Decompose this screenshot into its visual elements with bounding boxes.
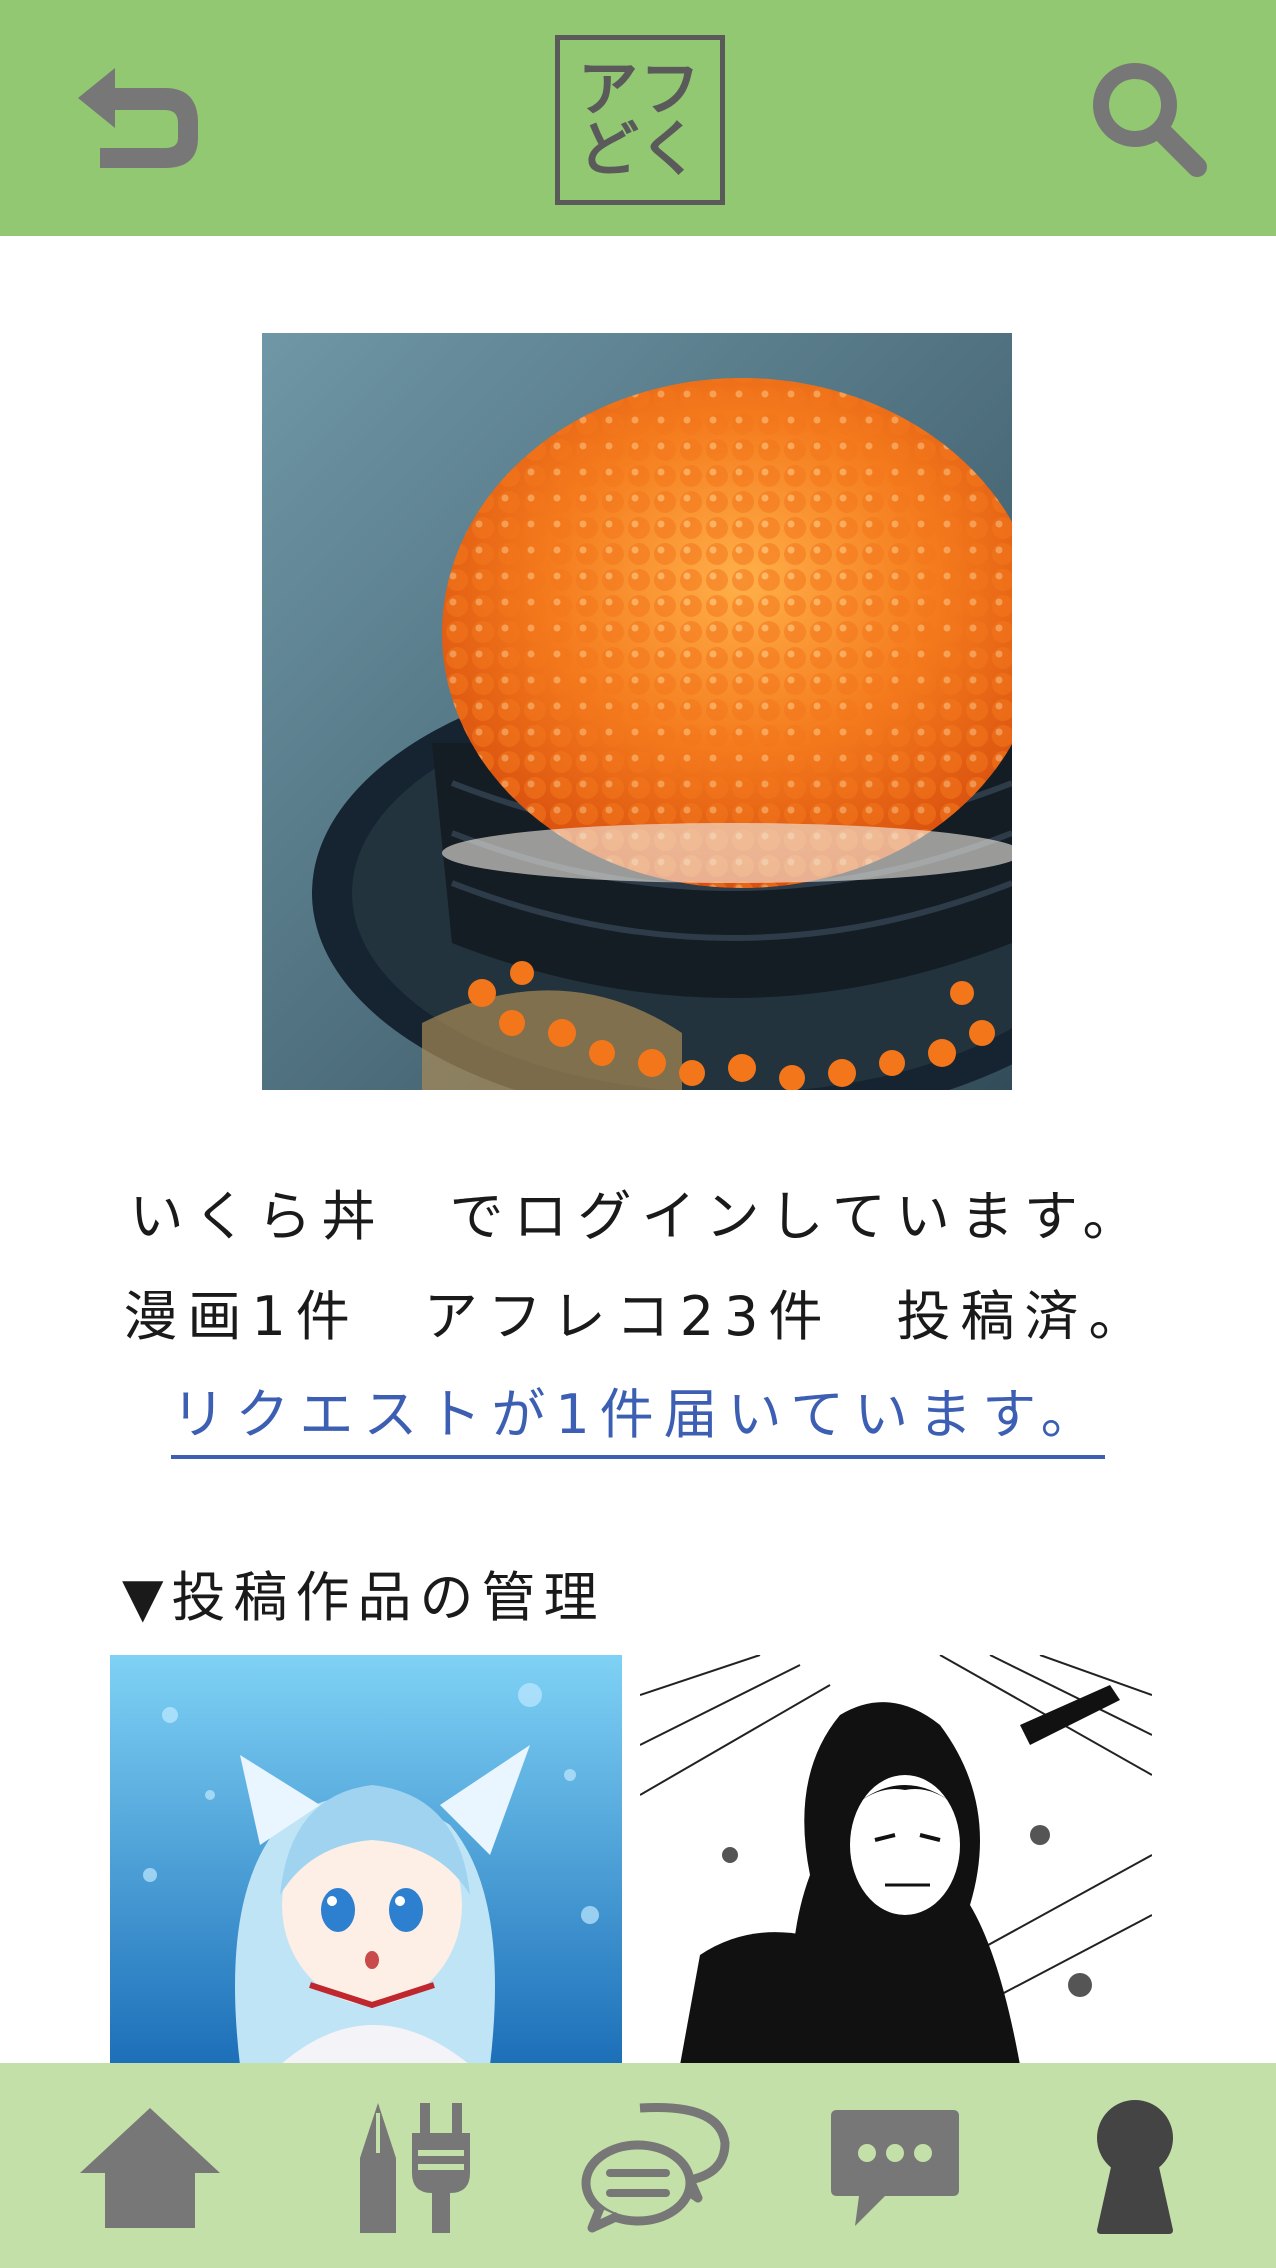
search-button[interactable] bbox=[1085, 55, 1210, 180]
login-status-text: いくら丼 でログインしています。 bbox=[0, 1172, 1276, 1251]
bottom-navigation bbox=[0, 2063, 1276, 2268]
home-icon bbox=[80, 2108, 220, 2228]
profile-image bbox=[262, 333, 1012, 1090]
nav-messages-button[interactable] bbox=[815, 2088, 975, 2248]
section-title-works: ▼投稿作品の管理 bbox=[122, 1566, 606, 1629]
app-logo[interactable]: アフ どく bbox=[555, 35, 725, 205]
back-arrow-icon bbox=[78, 68, 198, 168]
nav-discussion-button[interactable] bbox=[575, 2088, 735, 2248]
back-button[interactable] bbox=[70, 60, 200, 175]
nav-home-button[interactable] bbox=[70, 2088, 230, 2248]
request-link-label: リクエストが1件届いています。 bbox=[171, 1370, 1105, 1459]
post-stats-text: 漫画1件 アフレコ23件 投稿済。 bbox=[123, 1285, 1153, 1348]
login-suffix: でログインしています。 bbox=[449, 1185, 1147, 1248]
request-notification-link[interactable]: リクエストが1件届いています。 bbox=[0, 1370, 1276, 1459]
nav-mypage-button[interactable] bbox=[1055, 2088, 1215, 2248]
work-thumbnail-illustration[interactable] bbox=[110, 1655, 622, 2065]
logo-line-1: アフ bbox=[578, 55, 702, 125]
logo-line-2: どく bbox=[578, 115, 702, 185]
chat-icon bbox=[831, 2110, 959, 2226]
nav-create-button[interactable] bbox=[330, 2088, 490, 2248]
search-icon bbox=[1093, 63, 1207, 177]
speech-bubbles-icon bbox=[581, 2102, 730, 2233]
keyhole-icon bbox=[1097, 2100, 1173, 2234]
app-header: アフ どく bbox=[0, 0, 1276, 236]
user-name: いくら丼 bbox=[129, 1185, 386, 1248]
work-thumbnail-manga[interactable] bbox=[640, 1655, 1152, 2065]
pen-plug-icon bbox=[360, 2103, 470, 2233]
